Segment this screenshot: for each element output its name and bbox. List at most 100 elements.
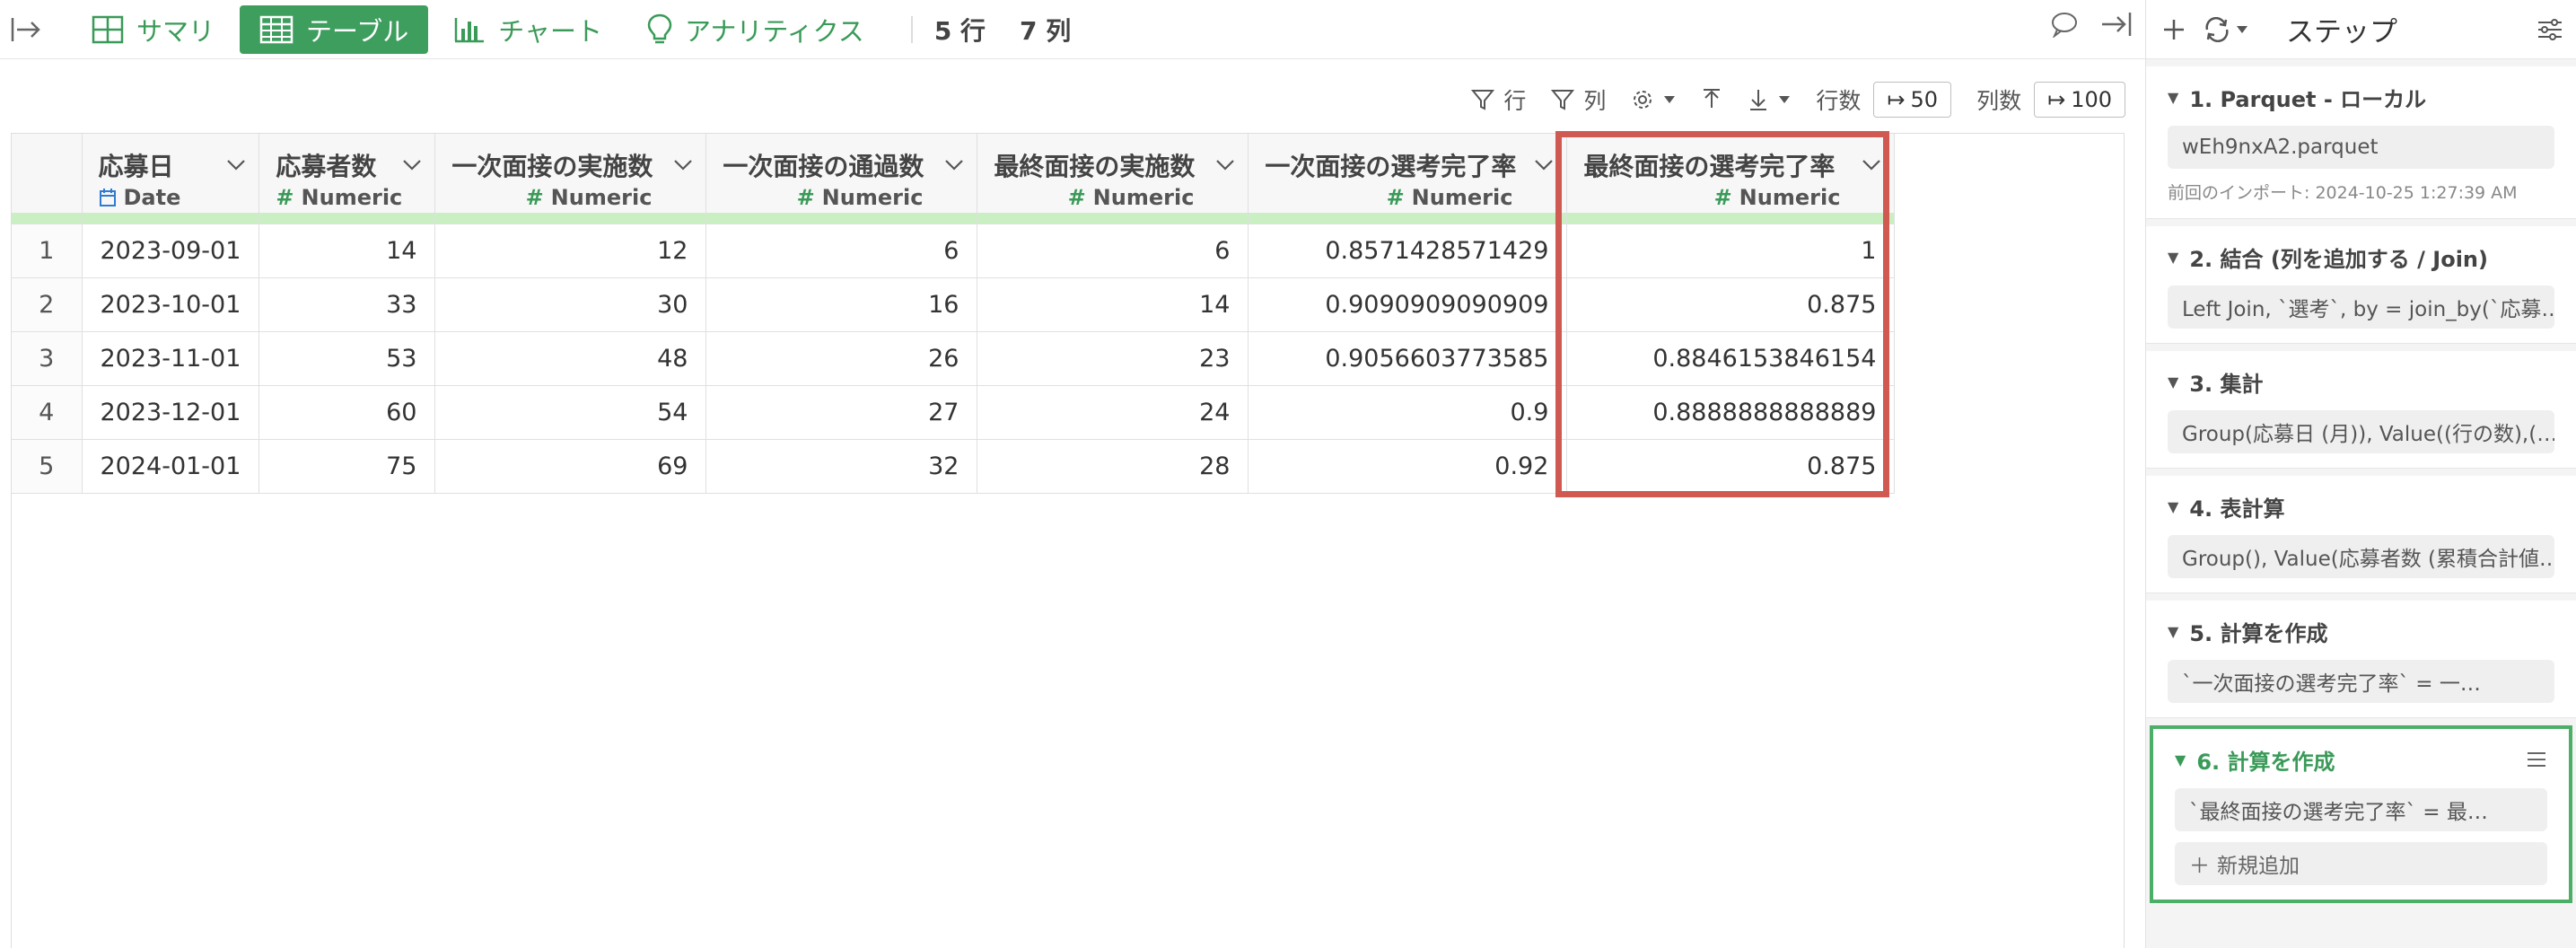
step-4[interactable]: ▼ 4. 表計算 Group(), Value(応募者数 (累積合計値… xyxy=(2146,476,2576,593)
table-cell[interactable]: 0.8846153846154 xyxy=(1566,331,1896,386)
comment-icon[interactable] xyxy=(2050,11,2079,38)
table-row[interactable]: 4 2023-12-01 60 54 27 24 0.9 0.8888888888889 xyxy=(12,385,1896,440)
table-row[interactable]: 3 2023-11-01 53 48 26 23 0.9056603773585 0.8846… xyxy=(12,331,1896,386)
table-cell[interactable]: 24 xyxy=(977,385,1249,440)
chevron-down-icon[interactable] xyxy=(1215,159,1235,171)
table-cell[interactable]: 28 xyxy=(977,439,1249,494)
step-2[interactable]: ▼ 2. 結合 (列を追加する / Join) Left Join, `選考`, … xyxy=(2146,226,2576,344)
column-type: Numeric xyxy=(1739,185,1841,210)
table-cell[interactable]: 0.875 xyxy=(1566,277,1896,332)
step-6-active[interactable]: ▼ 6. 計算を作成 `最終面接の選考完了率` = 最… ＋ 新規追加 xyxy=(2150,725,2572,903)
bar-chart-icon xyxy=(455,17,485,42)
col-count: 7 列 xyxy=(1020,15,1072,46)
table-cell[interactable]: 32 xyxy=(705,439,978,494)
column-filter-label: 列 xyxy=(1583,88,1607,114)
chevron-down-icon[interactable] xyxy=(944,159,964,171)
column-header[interactable]: 最終面接の選考完了率 # Numeric xyxy=(1566,134,1896,224)
table-cell[interactable]: 27 xyxy=(705,385,978,440)
caret-down-icon[interactable]: ▼ xyxy=(2168,89,2178,106)
table-cell[interactable]: 33 xyxy=(258,277,436,332)
table-cell[interactable]: 14 xyxy=(977,277,1249,332)
table-cell[interactable]: 6 xyxy=(705,224,978,278)
table-cell[interactable]: 53 xyxy=(258,331,436,386)
plus-icon: ＋ xyxy=(2189,855,2210,878)
step-3[interactable]: ▼ 3. 集計 Group(応募日 (月)), Value((行の数),(… xyxy=(2146,351,2576,469)
table-icon xyxy=(259,15,294,43)
chevron-down-icon[interactable] xyxy=(1534,159,1554,171)
table-cell[interactable]: 23 xyxy=(977,331,1249,386)
upload-button[interactable] xyxy=(1701,88,1722,111)
table-cell[interactable]: 12 xyxy=(434,224,707,278)
caret-down-icon[interactable]: ▼ xyxy=(2168,623,2178,640)
table-cell[interactable]: 0.8571428571429 xyxy=(1248,224,1568,278)
column-header[interactable]: 応募日 Date xyxy=(82,134,260,224)
table-row[interactable]: 5 2024-01-01 75 69 32 28 0.92 0.875 xyxy=(12,439,1896,494)
numeric-hash-icon: # xyxy=(525,185,544,210)
plus-icon[interactable] xyxy=(2162,18,2186,41)
table-cell[interactable]: 0.8888888888889 xyxy=(1566,385,1896,440)
column-header[interactable]: 一次面接の通過数 # Numeric xyxy=(705,134,978,224)
column-header[interactable]: 一次面接の実施数 # Numeric xyxy=(434,134,707,224)
sliders-icon[interactable] xyxy=(2537,17,2563,42)
step-5[interactable]: ▼ 5. 計算を作成 `一次面接の選考完了率` = 一… xyxy=(2146,601,2576,718)
chevron-down-icon[interactable] xyxy=(1862,159,1881,171)
column-header[interactable]: 一次面接の選考完了率 # Numeric xyxy=(1248,134,1568,224)
caret-down-icon[interactable]: ▼ xyxy=(2168,249,2178,266)
cols-limit-input[interactable]: ↦ 100 xyxy=(2034,82,2125,118)
collapse-right-panel-icon[interactable] xyxy=(2098,11,2133,38)
table-cell[interactable]: 26 xyxy=(705,331,978,386)
column-header[interactable]: 最終面接の実施数 # Numeric xyxy=(977,134,1249,224)
refresh-dropdown[interactable] xyxy=(2204,16,2248,42)
tab-chart[interactable]: チャート xyxy=(434,5,622,54)
table-cell[interactable]: 2024-01-01 xyxy=(82,439,260,494)
step-body[interactable]: Group(応募日 (月)), Value((行の数),(… xyxy=(2168,410,2554,453)
table-cell[interactable]: 54 xyxy=(434,385,707,440)
step-body[interactable]: `最終面接の選考完了率` = 最… xyxy=(2175,788,2547,831)
table-cell[interactable]: 2023-10-01 xyxy=(82,277,260,332)
table-cell[interactable]: 14 xyxy=(258,224,436,278)
step-body[interactable]: `一次面接の選考完了率` = 一… xyxy=(2168,660,2554,703)
collapse-left-icon xyxy=(11,17,40,41)
caret-down-icon[interactable]: ▼ xyxy=(2175,751,2186,768)
add-new-step-button[interactable]: ＋ 新規追加 xyxy=(2175,842,2547,885)
hamburger-menu-icon[interactable] xyxy=(2526,750,2547,768)
tab-table[interactable]: テーブル xyxy=(240,4,429,54)
table-cell[interactable]: 60 xyxy=(258,385,436,440)
step-1[interactable]: ▼ 1. Parquet - ローカル wEh9nxA2.parquet 前回のイ… xyxy=(2146,66,2576,219)
tab-summary[interactable]: サマリ xyxy=(72,5,234,54)
rows-limit-input[interactable]: ↦ 50 xyxy=(1873,82,1952,118)
column-filter-button[interactable]: 列 xyxy=(1551,83,1606,116)
table-cell[interactable]: 75 xyxy=(258,439,436,494)
table-cell[interactable]: 30 xyxy=(434,277,707,332)
table-cell[interactable]: 6 xyxy=(977,224,1249,278)
chevron-down-icon[interactable] xyxy=(226,159,246,171)
step-body[interactable]: Group(), Value(応募者数 (累積合計値… xyxy=(2168,535,2554,578)
row-filter-button[interactable]: 行 xyxy=(1471,83,1526,116)
table-cell[interactable]: 0.9056603773585 xyxy=(1248,331,1568,386)
chevron-down-icon[interactable] xyxy=(402,159,422,171)
filter-icon xyxy=(1471,90,1495,110)
column-header[interactable]: 応募者数 # Numeric xyxy=(258,134,436,224)
caret-down-icon[interactable]: ▼ xyxy=(2168,373,2178,391)
table-row[interactable]: 2 2023-10-01 33 30 16 14 0.9090909090909 0.875 xyxy=(12,277,1896,332)
table-row[interactable]: 1 2023-09-01 14 12 6 6 0.8571428571429 1 xyxy=(12,224,1896,278)
table-cell[interactable]: 0.9 xyxy=(1248,385,1568,440)
table-cell[interactable]: 2023-09-01 xyxy=(82,224,260,278)
tab-analytics[interactable]: アナリティクス xyxy=(627,5,884,54)
expand-left-panel-button[interactable] xyxy=(7,11,45,48)
table-cell[interactable]: 0.875 xyxy=(1566,439,1896,494)
chevron-down-icon[interactable] xyxy=(673,159,693,171)
table-cell[interactable]: 1 xyxy=(1566,224,1896,278)
download-dropdown[interactable] xyxy=(1748,88,1791,111)
table-cell[interactable]: 0.92 xyxy=(1248,439,1568,494)
caret-down-icon[interactable]: ▼ xyxy=(2168,498,2178,515)
table-cell[interactable]: 2023-11-01 xyxy=(82,331,260,386)
step-body[interactable]: Left Join, `選考`, by = join_by(`応募… xyxy=(2168,285,2554,329)
table-cell[interactable]: 0.9090909090909 xyxy=(1248,277,1568,332)
table-cell[interactable]: 16 xyxy=(705,277,978,332)
step-body[interactable]: wEh9nxA2.parquet xyxy=(2168,126,2554,169)
settings-dropdown[interactable] xyxy=(1631,88,1676,111)
table-cell[interactable]: 2023-12-01 xyxy=(82,385,260,440)
table-cell[interactable]: 48 xyxy=(434,331,707,386)
table-cell[interactable]: 69 xyxy=(434,439,707,494)
